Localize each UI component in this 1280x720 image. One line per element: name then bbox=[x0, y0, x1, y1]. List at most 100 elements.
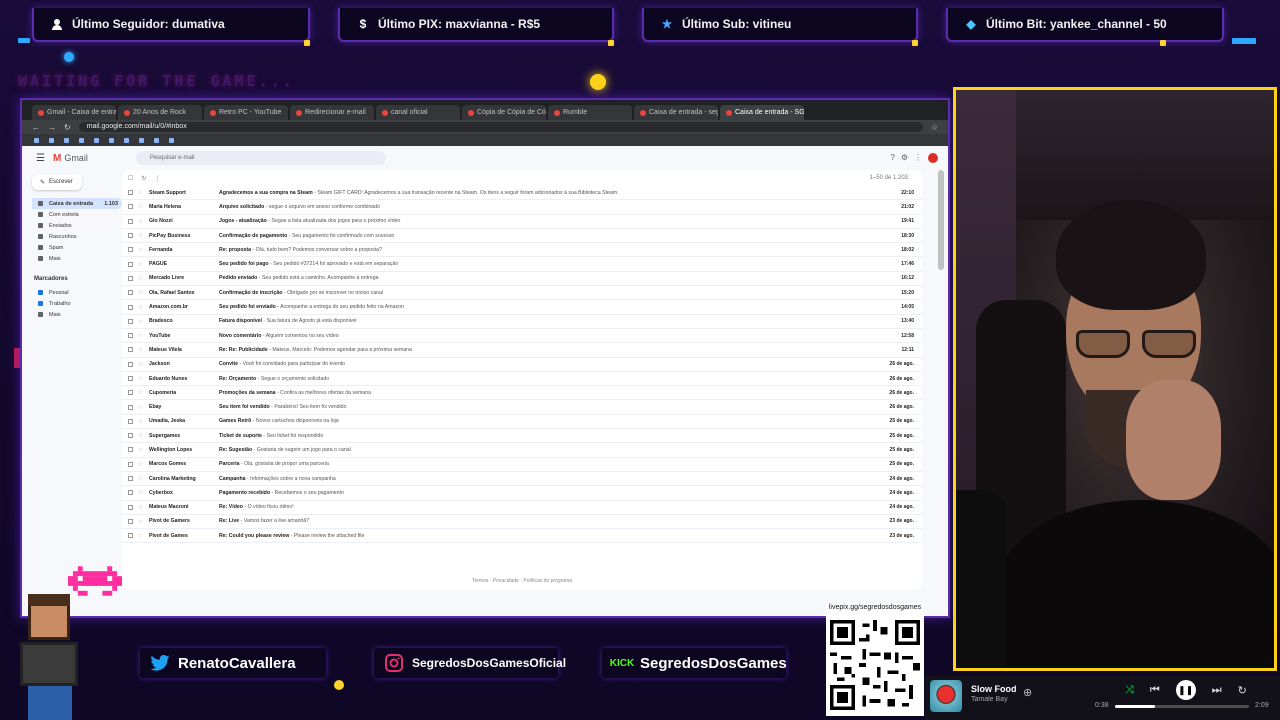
email-row[interactable]: ☆ Steam Support Agradecemos a sua compra n… bbox=[122, 186, 922, 201]
add-icon[interactable]: ⊕ bbox=[1023, 686, 1032, 699]
more-icon[interactable]: ⋮ bbox=[154, 175, 160, 182]
star-icon[interactable]: ☆ bbox=[138, 504, 144, 511]
star-bookmark-icon[interactable]: ☆ bbox=[931, 123, 938, 132]
progress-bar[interactable] bbox=[1115, 705, 1249, 708]
email-row[interactable]: ☆ Maria Helena Arquivo solicitado - segue … bbox=[122, 200, 922, 215]
email-row[interactable]: ☆ Fernanda Re: proposta - Olá, tudo bem? P… bbox=[122, 243, 922, 258]
sidebar-item-starred[interactable]: Com estrela bbox=[32, 209, 122, 220]
email-row[interactable]: ☆ Mateus Vilela Re: Re: Publicidade - Mate… bbox=[122, 343, 922, 358]
shuffle-icon[interactable]: ⤨ bbox=[1125, 684, 1134, 697]
email-row[interactable]: ☆ Wellington Lopes Re: Sugestão - Gostaria… bbox=[122, 443, 922, 458]
select-all-checkbox[interactable]: ☐ bbox=[128, 175, 133, 182]
email-row[interactable]: ☆ Pivot de Gamers Re: Live - Vamos fazer a… bbox=[122, 515, 922, 530]
email-checkbox[interactable] bbox=[128, 361, 133, 367]
gmail-logo[interactable]: M Gmail bbox=[53, 153, 88, 164]
star-icon[interactable]: ☆ bbox=[138, 461, 144, 468]
email-row[interactable]: ☆ Gio Nozzi Jogos - atualização - Segue a … bbox=[122, 215, 922, 229]
browser-tab[interactable]: Gmail - Caixa de entrada bbox=[32, 105, 116, 120]
qr-code[interactable] bbox=[826, 614, 924, 716]
email-row[interactable]: ☆ YouTube Novo comentário - Alguém comento… bbox=[122, 329, 922, 344]
email-checkbox[interactable] bbox=[128, 404, 133, 410]
bookmark[interactable] bbox=[139, 137, 144, 143]
star-icon[interactable]: ☆ bbox=[138, 489, 144, 496]
email-checkbox[interactable] bbox=[128, 233, 133, 239]
email-checkbox[interactable] bbox=[128, 433, 133, 439]
help-icon[interactable]: ? bbox=[890, 153, 894, 163]
email-row[interactable]: ☆ Umadia, Jeska Games Retrô - Novos cartuc… bbox=[122, 415, 922, 430]
bookmark[interactable] bbox=[34, 137, 39, 143]
bookmark[interactable] bbox=[49, 137, 54, 143]
email-checkbox[interactable] bbox=[128, 204, 133, 210]
star-icon[interactable]: ☆ bbox=[138, 246, 144, 253]
star-icon[interactable]: ☆ bbox=[138, 289, 144, 296]
browser-tab[interactable]: Cópia de Cópia de Cópia bbox=[462, 105, 546, 120]
star-icon[interactable]: ☆ bbox=[138, 446, 144, 453]
email-row[interactable]: ☆ Marcos Gomes Parceria - Olá, gostaria de… bbox=[122, 458, 922, 472]
bookmark[interactable] bbox=[94, 137, 99, 143]
email-row[interactable]: ☆ Mateus Mazzoni Re: Vídeo - O vídeo ficou… bbox=[122, 501, 922, 515]
bookmark[interactable] bbox=[154, 137, 159, 143]
email-checkbox[interactable] bbox=[128, 304, 133, 310]
apps-icon[interactable]: ⋮ bbox=[914, 153, 922, 163]
star-icon[interactable]: ☆ bbox=[138, 375, 144, 382]
star-icon[interactable]: ☆ bbox=[138, 404, 144, 411]
sidebar-item-inbox[interactable]: Caixa de entrada 1.103 bbox=[32, 198, 122, 209]
email-checkbox[interactable] bbox=[128, 190, 133, 196]
email-checkbox[interactable] bbox=[128, 333, 133, 339]
email-checkbox[interactable] bbox=[128, 275, 133, 281]
email-row[interactable]: ☆ Ola, Rafael Santos Confirmação de inscri… bbox=[122, 286, 922, 301]
email-checkbox[interactable] bbox=[128, 447, 133, 453]
previous-icon[interactable]: ⏮ bbox=[1150, 684, 1160, 697]
email-checkbox[interactable] bbox=[128, 347, 133, 353]
email-row[interactable]: ☆ Carolina Marketing Campanha - Informaçõe… bbox=[122, 472, 922, 487]
email-checkbox[interactable] bbox=[128, 476, 133, 482]
sidebar-item-sent[interactable]: Enviados bbox=[32, 220, 122, 231]
settings-icon[interactable]: ⚙ bbox=[901, 153, 908, 163]
label-item[interactable]: Mais bbox=[32, 309, 122, 320]
bookmark[interactable] bbox=[109, 137, 114, 143]
label-item[interactable]: Pessoal bbox=[32, 287, 122, 298]
browser-tab[interactable]: Rumble bbox=[548, 105, 632, 120]
email-row[interactable]: ☆ PicPay Business Confirmação de pagamento… bbox=[122, 229, 922, 244]
browser-tab[interactable]: 20 Anos de Rock bbox=[118, 105, 202, 120]
pause-button[interactable]: ❚❚ bbox=[1175, 680, 1196, 700]
star-icon[interactable]: ☆ bbox=[138, 304, 144, 311]
star-icon[interactable]: ☆ bbox=[138, 261, 144, 268]
star-icon[interactable]: ☆ bbox=[138, 432, 144, 439]
star-icon[interactable]: ☆ bbox=[138, 518, 144, 525]
star-icon[interactable]: ☆ bbox=[138, 318, 144, 325]
refresh-icon[interactable]: ↻ bbox=[141, 175, 146, 182]
email-row[interactable]: ☆ Cupomeria Promoções da semana - Confira … bbox=[122, 386, 922, 401]
star-icon[interactable]: ☆ bbox=[138, 189, 144, 196]
sidebar-item-more[interactable]: Mais bbox=[32, 253, 122, 264]
star-icon[interactable]: ☆ bbox=[138, 332, 144, 339]
email-checkbox[interactable] bbox=[128, 247, 133, 253]
email-row[interactable]: ☆ Mercado Livre Pedido enviado - Seu pedid… bbox=[122, 272, 922, 287]
email-row[interactable]: ☆ Pivot de Games Re: Could you please revi… bbox=[122, 529, 922, 544]
email-row[interactable]: ☆ Eduardo Nunes Re: Orçamento - Segue o or… bbox=[122, 372, 922, 387]
email-checkbox[interactable] bbox=[128, 290, 133, 296]
star-icon[interactable]: ☆ bbox=[138, 418, 144, 425]
star-icon[interactable]: ☆ bbox=[138, 218, 144, 225]
forward-icon[interactable]: → bbox=[48, 123, 56, 132]
email-checkbox[interactable] bbox=[128, 504, 133, 510]
browser-tab[interactable]: Redirecionar e-mail bbox=[290, 105, 374, 120]
bookmark[interactable] bbox=[64, 137, 69, 143]
star-icon[interactable]: ☆ bbox=[138, 203, 144, 210]
bookmark[interactable] bbox=[169, 137, 174, 143]
next-icon[interactable]: ⏭ bbox=[1212, 684, 1222, 697]
email-checkbox[interactable] bbox=[128, 261, 133, 267]
browser-tab[interactable]: Retro PC - YouTube bbox=[204, 105, 288, 120]
sidebar-item-spam[interactable]: Spam bbox=[32, 242, 122, 253]
bookmark[interactable] bbox=[124, 137, 129, 143]
email-row[interactable]: ☆ Cyberbox Pagamento recebido - Recebemos … bbox=[122, 486, 922, 501]
browser-tab[interactable]: canal oficial bbox=[376, 105, 460, 120]
star-icon[interactable]: ☆ bbox=[138, 532, 144, 539]
url-input[interactable]: mail.google.com/mail/u/0/#inbox bbox=[78, 122, 923, 132]
account-avatar[interactable] bbox=[928, 153, 938, 163]
repeat-icon[interactable]: ↻ bbox=[1238, 684, 1247, 697]
email-row[interactable]: ☆ Ebay Seu item foi vendido - Parabéns! Se… bbox=[122, 400, 922, 415]
sidebar-item-drafts[interactable]: Rascunhos bbox=[32, 231, 122, 242]
email-checkbox[interactable] bbox=[128, 390, 133, 396]
email-checkbox[interactable] bbox=[128, 418, 133, 424]
